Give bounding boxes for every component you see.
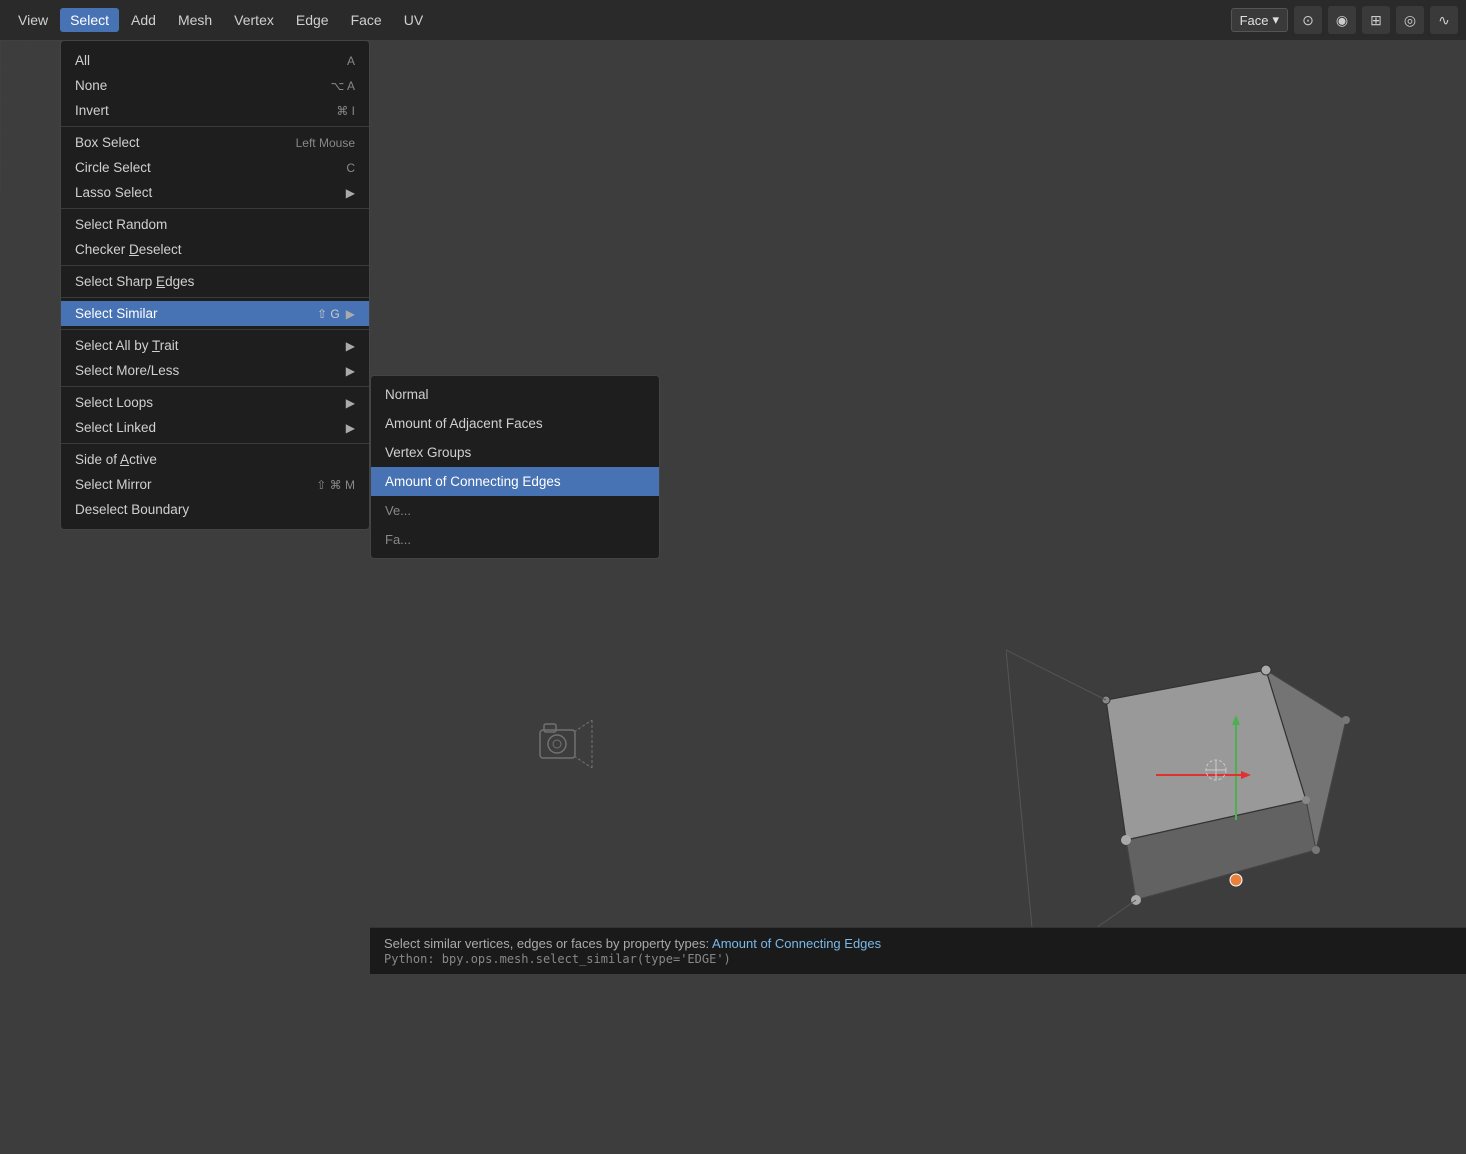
vertex-groups-label: Vertex Groups xyxy=(385,445,471,460)
menu-section-sharp: Select Sharp Edges xyxy=(61,266,369,298)
menu-section-trait: Select All by Trait ▶ Select More/Less ▶ xyxy=(61,330,369,387)
python-label: Python: xyxy=(384,952,442,966)
toolbar-right: Face ▾ ⊙ ◉ ⊞ ◎ ∿ xyxy=(1231,6,1458,34)
menu-section-random: Select Random Checker Deselect xyxy=(61,209,369,266)
menu-item-add[interactable]: Add xyxy=(121,8,166,32)
all-shortcut: A xyxy=(347,54,355,68)
menu-item-select-all-by-trait[interactable]: Select All by Trait ▶ xyxy=(61,333,369,358)
menu-item-lasso-select[interactable]: Lasso Select ▶ xyxy=(61,180,369,205)
tooltip-highlight: Amount of Connecting Edges xyxy=(712,936,881,951)
menu-section-select-tools: Box Select Left Mouse Circle Select C La… xyxy=(61,127,369,209)
select-similar-arrow: ▶ xyxy=(346,307,355,321)
menu-item-view[interactable]: View xyxy=(8,8,58,32)
tooltip-text: Select similar vertices, edges or faces … xyxy=(384,936,712,951)
face-dropdown-label: Face xyxy=(1240,13,1269,28)
face-dropdown[interactable]: Face ▾ xyxy=(1231,8,1288,32)
menu-item-face[interactable]: Face xyxy=(341,8,392,32)
select-loops-arrow: ▶ xyxy=(346,396,355,410)
circle-select-label: Circle Select xyxy=(75,160,346,175)
menu-item-select-mirror[interactable]: Select Mirror ⇧ ⌘ M xyxy=(61,472,369,497)
select-more-less-arrow: ▶ xyxy=(346,364,355,378)
shading-icon[interactable]: ◉ xyxy=(1328,6,1356,34)
lasso-select-arrow: ▶ xyxy=(346,186,355,200)
select-menu: All A None ⌥ A Invert ⌘ I Box Select Lef… xyxy=(60,40,370,530)
menu-item-circle-select[interactable]: Circle Select C xyxy=(61,155,369,180)
menu-item-none[interactable]: None ⌥ A xyxy=(61,73,369,98)
overlay-icon[interactable]: ⊙ xyxy=(1294,6,1322,34)
tooltip-bar: Select similar vertices, edges or faces … xyxy=(370,927,1466,974)
select-all-by-trait-label: Select All by Trait xyxy=(75,338,340,353)
none-label: None xyxy=(75,78,330,93)
top-menubar: View Select Add Mesh Vertex Edge Face UV… xyxy=(0,0,1466,40)
tooltip-python: Python: bpy.ops.mesh.select_similar(type… xyxy=(384,951,1452,966)
menu-item-select-loops[interactable]: Select Loops ▶ xyxy=(61,390,369,415)
proportional-edit-icon[interactable]: ◎ xyxy=(1396,6,1424,34)
select-loops-label: Select Loops xyxy=(75,395,340,410)
box-select-label: Box Select xyxy=(75,135,296,150)
menu-item-select[interactable]: Select xyxy=(60,8,119,32)
menu-section-loops: Select Loops ▶ Select Linked ▶ xyxy=(61,387,369,444)
menu-item-side-of-active[interactable]: Side of Active xyxy=(61,447,369,472)
menu-item-mesh[interactable]: Mesh xyxy=(168,8,222,32)
select-all-by-trait-arrow: ▶ xyxy=(346,339,355,353)
ve-partial-label: Ve... xyxy=(385,503,411,518)
select-mirror-label: Select Mirror xyxy=(75,477,316,492)
side-of-active-label: Side of Active xyxy=(75,452,355,467)
menu-section-similar: Select Similar ⇧ G ▶ xyxy=(61,298,369,330)
menu-item-select-similar[interactable]: Select Similar ⇧ G ▶ xyxy=(61,301,369,326)
menu-item-vertex[interactable]: Vertex xyxy=(224,8,284,32)
menu-item-invert[interactable]: Invert ⌘ I xyxy=(61,98,369,123)
normal-label: Normal xyxy=(385,387,429,402)
submenu-item-ve-partial[interactable]: Ve... xyxy=(371,496,659,525)
camera-object xyxy=(530,710,600,790)
menu-item-edge[interactable]: Edge xyxy=(286,8,339,32)
menu-item-select-more-less[interactable]: Select More/Less ▶ xyxy=(61,358,369,383)
menu-item-all[interactable]: All A xyxy=(61,48,369,73)
submenu-item-vertex-groups[interactable]: Vertex Groups xyxy=(371,438,659,467)
none-shortcut: ⌥ A xyxy=(330,79,355,93)
transform-icon[interactable]: ∿ xyxy=(1430,6,1458,34)
all-label: All xyxy=(75,53,347,68)
submenu-item-normal[interactable]: Normal xyxy=(371,380,659,409)
amount-adjacent-faces-label: Amount of Adjacent Faces xyxy=(385,416,543,431)
submenu-item-amount-adjacent-faces[interactable]: Amount of Adjacent Faces xyxy=(371,409,659,438)
select-mirror-shortcut: ⇧ ⌘ M xyxy=(316,478,355,492)
invert-label: Invert xyxy=(75,103,336,118)
select-linked-label: Select Linked xyxy=(75,420,340,435)
menu-item-select-linked[interactable]: Select Linked ▶ xyxy=(61,415,369,440)
select-sharp-edges-label: Select Sharp Edges xyxy=(75,274,355,289)
menu-item-select-random[interactable]: Select Random xyxy=(61,212,369,237)
submenu-item-fa-partial[interactable]: Fa... xyxy=(371,525,659,554)
submenu-item-amount-connecting-edges[interactable]: Amount of Connecting Edges xyxy=(371,467,659,496)
menu-item-uv[interactable]: UV xyxy=(394,8,433,32)
snap-icon[interactable]: ⊞ xyxy=(1362,6,1390,34)
menu-item-box-select[interactable]: Box Select Left Mouse xyxy=(61,130,369,155)
menu-item-select-sharp-edges[interactable]: Select Sharp Edges xyxy=(61,269,369,294)
amount-connecting-edges-label: Amount of Connecting Edges xyxy=(385,474,561,489)
python-code: bpy.ops.mesh.select_similar(type='EDGE') xyxy=(442,952,731,966)
select-similar-label: Select Similar xyxy=(75,306,317,321)
select-linked-arrow: ▶ xyxy=(346,421,355,435)
checker-deselect-label: Checker Deselect xyxy=(75,242,355,257)
lasso-select-label: Lasso Select xyxy=(75,185,340,200)
menu-item-checker-deselect[interactable]: Checker Deselect xyxy=(61,237,369,262)
deselect-boundary-label: Deselect Boundary xyxy=(75,502,355,517)
select-random-label: Select Random xyxy=(75,217,355,232)
select-similar-submenu: Normal Amount of Adjacent Faces Vertex G… xyxy=(370,375,660,559)
invert-shortcut: ⌘ I xyxy=(336,104,355,118)
tooltip-description: Select similar vertices, edges or faces … xyxy=(384,936,1452,951)
menu-section-basic: All A None ⌥ A Invert ⌘ I xyxy=(61,45,369,127)
menu-section-side: Side of Active Select Mirror ⇧ ⌘ M Desel… xyxy=(61,444,369,525)
box-select-shortcut: Left Mouse xyxy=(296,136,355,150)
fa-partial-label: Fa... xyxy=(385,532,411,547)
menu-item-deselect-boundary[interactable]: Deselect Boundary xyxy=(61,497,369,522)
select-more-less-label: Select More/Less xyxy=(75,363,340,378)
face-dropdown-arrow: ▾ xyxy=(1272,12,1279,28)
circle-select-shortcut: C xyxy=(346,161,355,175)
select-similar-shortcut: ⇧ G xyxy=(317,307,340,321)
